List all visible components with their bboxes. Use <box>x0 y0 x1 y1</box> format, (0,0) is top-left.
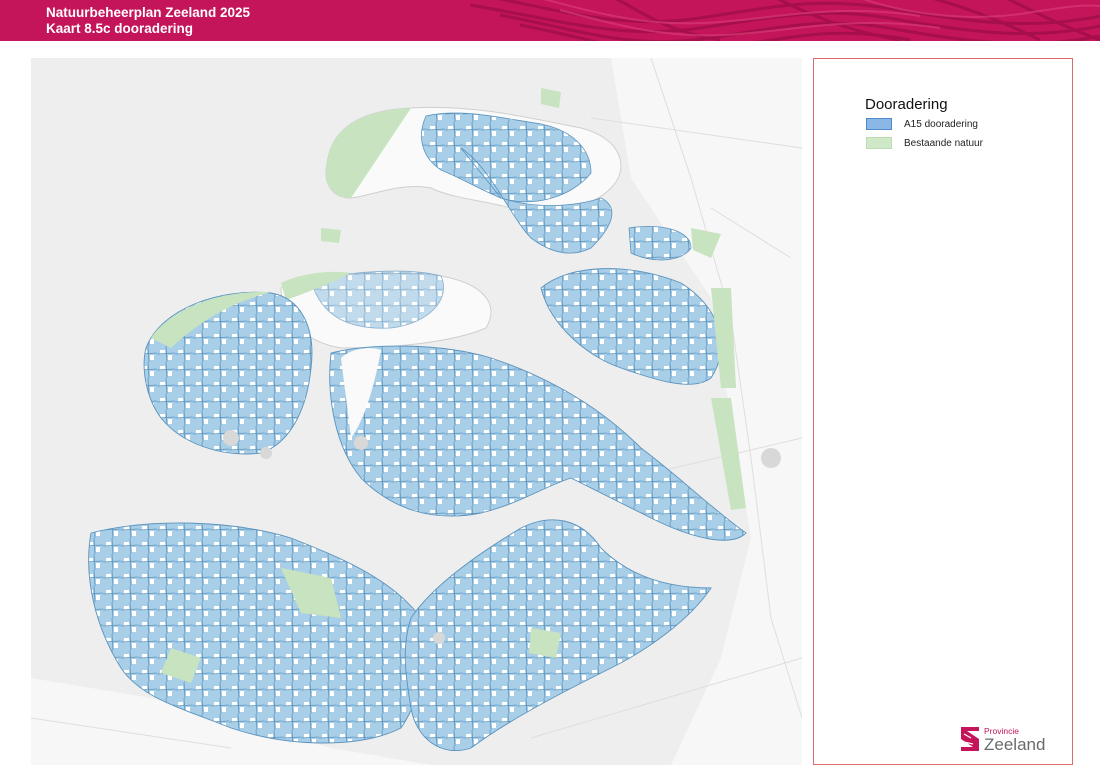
legend-panel: Dooradering A15 dooradering Bestaande na… <box>813 58 1073 765</box>
zeeland-lion-icon <box>961 727 979 751</box>
legend-swatch-blue <box>866 118 892 130</box>
legend-swatch-green <box>866 137 892 149</box>
map-title: Natuurbeheerplan Zeeland 2025 <box>46 5 251 20</box>
header-banner: Natuurbeheerplan Zeeland 2025 Kaart 8.5c… <box>0 0 1100 41</box>
map-area[interactable] <box>31 58 802 765</box>
natuur-north-2 <box>321 228 341 243</box>
legend-title: Dooradering <box>865 96 948 113</box>
legend-label-natuur: Bestaande natuur <box>904 138 983 149</box>
natuur-zv-oost <box>529 628 561 658</box>
legend-label-dooradering: A15 dooradering <box>904 119 978 130</box>
logo-text-zeeland: Zeeland <box>984 735 1046 754</box>
provincie-zeeland-logo: Provincie Zeeland <box>959 721 1059 755</box>
map-subtitle: Kaart 8.5c dooradering <box>46 21 194 36</box>
zeeland-map <box>31 58 802 765</box>
